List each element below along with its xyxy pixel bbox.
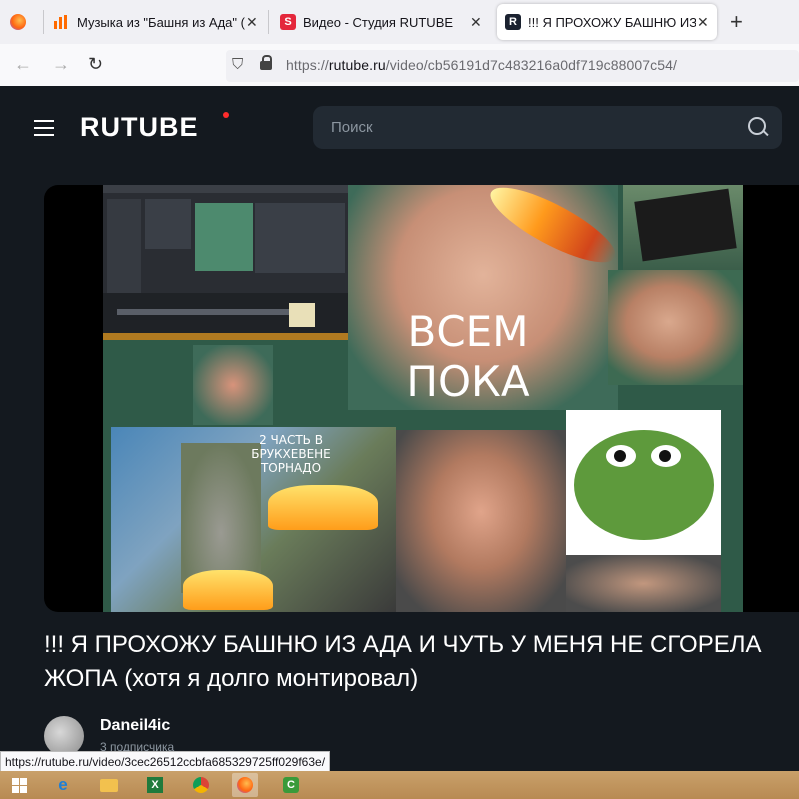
tab-separator — [43, 10, 44, 34]
rutube-icon: R — [505, 14, 521, 30]
tab-studio[interactable]: S Видео - Студия RUTUBE ✕ — [280, 0, 490, 44]
overlay-small-line-2: БРУКХЕВЕНЕ — [251, 447, 331, 461]
bars-icon — [54, 15, 70, 29]
address-url[interactable]: https://rutube.ru/video/cb56191d7c483216… — [286, 57, 677, 73]
search-box[interactable] — [313, 106, 782, 149]
overlay-line-2: ПОКА — [406, 357, 530, 406]
windows-start-icon[interactable] — [6, 773, 32, 797]
close-icon[interactable]: ✕ — [697, 14, 709, 31]
new-tab-button[interactable]: + — [730, 10, 743, 34]
boy-portrait-image — [608, 270, 743, 385]
lock-icon[interactable] — [260, 55, 272, 70]
excel-icon[interactable]: X — [142, 773, 168, 797]
video-thumbnail[interactable]: ВСЕМ ПОКА 2 ЧАСТЬ В БРУКХЕВЕНЕ ТОРНАДО — [103, 185, 743, 612]
tab-label: !!! Я ПРОХОЖУ БАШНЮ ИЗ А — [528, 14, 696, 30]
boy-hands-face-image — [396, 430, 566, 612]
peace-hand-image — [193, 345, 273, 425]
url-path: /video/cb56191d7c483216a0df719c88007c54/ — [385, 57, 678, 73]
chrome-icon[interactable] — [188, 773, 214, 797]
tab-separator — [268, 10, 269, 34]
close-icon[interactable]: ✕ — [470, 14, 482, 31]
fire-image — [268, 485, 378, 530]
status-url-tooltip: https://rutube.ru/video/3cec26512ccbfa68… — [0, 751, 331, 773]
search-icon[interactable] — [748, 117, 769, 137]
author-name[interactable]: Daneil4ic — [100, 717, 170, 735]
studio-icon: S — [280, 14, 296, 30]
forward-arrow-icon[interactable]: → — [52, 54, 70, 75]
avatar[interactable] — [44, 716, 84, 756]
rutube-logo[interactable]: RUTUBE — [80, 112, 229, 143]
firefox-icon — [10, 14, 26, 30]
tab-label: Видео - Студия RUTUBE — [303, 14, 454, 30]
close-icon[interactable]: ✕ — [246, 14, 258, 31]
overlay-line-1: ВСЕМ — [407, 307, 529, 356]
boy-bottom-image — [566, 555, 721, 612]
reload-icon[interactable]: ↻ — [88, 54, 103, 75]
video-title: !!! Я ПРОХОЖУ БАШНЮ ИЗ АДА И ЧУТЬ У МЕНЯ… — [44, 631, 762, 692]
pepe-frog-image — [566, 410, 721, 555]
shield-icon[interactable]: ⛉ — [232, 56, 243, 73]
camtasia-icon[interactable]: C — [278, 773, 304, 797]
logo-dot — [223, 112, 229, 118]
url-host: rutube.ru — [328, 57, 386, 73]
back-arrow-icon[interactable]: ← — [14, 54, 32, 75]
overlay-small-line-1: 2 ЧАСТЬ В — [259, 433, 323, 447]
search-input[interactable]: Поиск — [331, 119, 373, 136]
overlay-small-line-3: ТОРНАДО — [260, 461, 322, 475]
overlay-text-main: ВСЕМ ПОКА — [383, 307, 553, 407]
overlay-text-small: 2 ЧАСТЬ В БРУКХЕВЕНЕ ТОРНАДО — [231, 433, 351, 475]
editor-screenshot — [103, 185, 348, 340]
ie-icon[interactable]: e — [50, 773, 76, 797]
logo-text: RUTUBE — [80, 112, 199, 142]
url-prefix: https:// — [286, 57, 329, 73]
tab-music[interactable]: Музыка из "Башня из Ада" (То ✕ — [54, 0, 264, 44]
tab-video-active[interactable]: R !!! Я ПРОХОЖУ БАШНЮ ИЗ А ✕ — [497, 4, 717, 40]
explorer-icon[interactable] — [96, 773, 122, 797]
tab-label: Музыка из "Башня из Ада" (То — [77, 14, 245, 30]
hamburger-menu-icon[interactable] — [34, 120, 54, 141]
tab-pinned-firefox[interactable] — [10, 0, 44, 44]
fire-image — [183, 570, 273, 610]
firefox-icon[interactable] — [232, 773, 258, 797]
